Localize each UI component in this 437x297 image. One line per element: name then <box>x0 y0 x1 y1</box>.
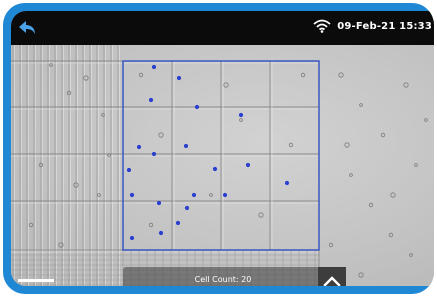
marked-cell <box>284 180 290 186</box>
marked-cell <box>222 192 228 198</box>
cell-count-label: Cell Count: 20 <box>194 275 252 284</box>
marked-cell <box>129 235 135 241</box>
status-right: 09-Feb-21 15:33 <box>313 19 432 33</box>
debris-particle <box>148 222 154 228</box>
debris-particle <box>338 72 344 78</box>
debris-particle <box>28 222 34 228</box>
debris-particle <box>288 142 294 148</box>
marked-cell <box>191 192 197 198</box>
wifi-icon <box>313 19 331 33</box>
debris-particle <box>138 72 144 78</box>
debris-particle <box>414 163 418 167</box>
marked-cell <box>184 205 190 211</box>
debris-particle <box>409 253 413 257</box>
marked-cell <box>158 230 164 236</box>
marked-cell <box>245 162 251 168</box>
cell-count-panel: Cell Count: 20 <box>123 267 346 286</box>
debris-particle <box>239 118 243 122</box>
debris-particle <box>328 242 334 248</box>
marked-cell <box>148 97 154 103</box>
marked-cell <box>151 64 157 70</box>
debris-particle <box>358 272 364 278</box>
debris-particle <box>58 242 64 248</box>
debris-particle <box>388 232 394 238</box>
microscope-image: Cell Count: 20 <box>11 45 434 286</box>
marked-cell <box>151 151 157 157</box>
debris-particle <box>403 82 409 88</box>
debris-particle <box>209 193 213 197</box>
debris-particle <box>258 212 264 218</box>
marked-cell <box>126 167 132 173</box>
device-frame: 09-Feb-21 15:33 Cell Count: 20 <box>3 3 434 294</box>
marked-cell <box>194 104 200 110</box>
debris-particle <box>49 63 53 67</box>
scale-bar <box>18 279 54 282</box>
debris-particle <box>344 142 350 148</box>
debris-particle <box>359 103 363 107</box>
marked-cell <box>175 220 181 226</box>
marked-cell <box>156 200 162 206</box>
debris-particle <box>368 202 374 208</box>
marked-cell <box>136 144 142 150</box>
debris <box>28 63 428 278</box>
marked-cell <box>238 112 244 118</box>
status-bar: 09-Feb-21 15:33 <box>11 11 434 45</box>
marked-cell <box>183 143 189 149</box>
debris-particle <box>424 118 428 122</box>
back-button[interactable] <box>17 19 39 37</box>
screen: 09-Feb-21 15:33 Cell Count: 20 <box>11 11 434 286</box>
marked-cell <box>176 75 182 81</box>
debris-particle <box>380 132 386 138</box>
debris-particle <box>300 72 306 78</box>
debris-particle <box>158 132 164 138</box>
marked-cells <box>126 64 290 241</box>
expand-button[interactable] <box>318 267 346 286</box>
debris-particle <box>223 82 229 88</box>
marked-cell <box>212 166 218 172</box>
marked-cell <box>129 192 135 198</box>
debris-particle <box>349 173 353 177</box>
debris-particle <box>390 192 396 198</box>
chevron-up-icon <box>323 276 341 286</box>
back-arrow-icon <box>19 21 35 34</box>
debris-particle <box>97 193 101 197</box>
hemocytometer-grid <box>11 45 428 286</box>
date-time: 09-Feb-21 15:33 <box>337 20 432 32</box>
